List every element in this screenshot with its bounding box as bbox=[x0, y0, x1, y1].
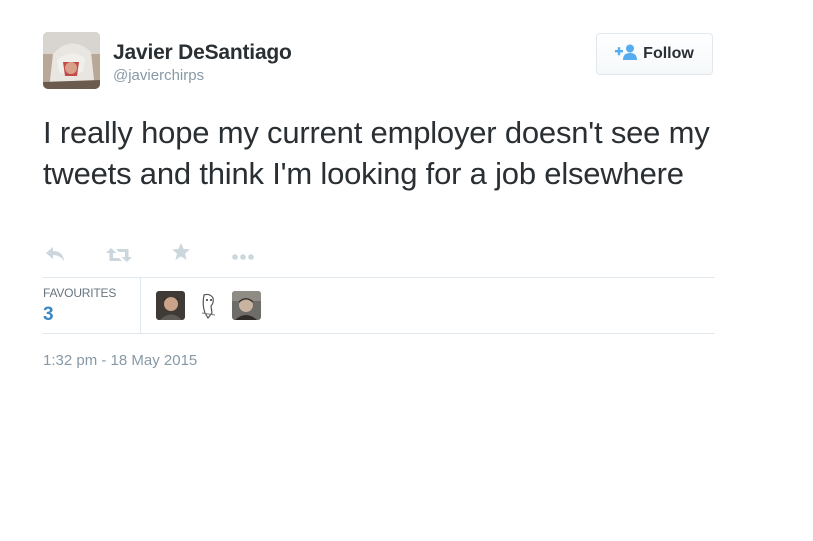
favouriter-avatar[interactable] bbox=[156, 291, 185, 320]
author-names: Javier DeSantiago @javierchirps bbox=[113, 41, 292, 86]
follow-button-label: Follow bbox=[643, 45, 694, 62]
tweet-actions bbox=[43, 241, 715, 267]
reply-icon[interactable] bbox=[44, 245, 66, 268]
author-avatar-photo-icon bbox=[43, 32, 100, 89]
tweet-header: Javier DeSantiago @javierchirps Follow bbox=[43, 32, 715, 90]
more-dots-icon[interactable] bbox=[231, 248, 255, 266]
favourites-count: 3 bbox=[43, 304, 54, 325]
stats-divider-bottom bbox=[43, 333, 715, 334]
follow-button[interactable]: Follow bbox=[596, 33, 713, 75]
tweet-card: Javier DeSantiago @javierchirps Follow I… bbox=[43, 32, 715, 369]
tweet-text: I really hope my current employer doesn'… bbox=[43, 115, 710, 191]
favouriter-avatar[interactable] bbox=[194, 291, 223, 320]
star-icon[interactable] bbox=[171, 242, 191, 267]
favouriter-avatar[interactable] bbox=[232, 291, 261, 320]
tweet-timestamp[interactable]: 1:32 pm - 18 May 2015 bbox=[43, 352, 197, 369]
author-name[interactable]: Javier DeSantiago bbox=[113, 41, 292, 65]
retweet-icon[interactable] bbox=[106, 246, 132, 269]
tweet-stats: FAVOURITES 3 bbox=[43, 278, 715, 333]
author-avatar[interactable] bbox=[43, 32, 100, 89]
stats-separator bbox=[140, 278, 141, 333]
add-user-icon bbox=[615, 44, 638, 65]
favouriter-avatars bbox=[156, 291, 261, 320]
author-handle[interactable]: @javierchirps bbox=[113, 66, 292, 86]
favourites-label: FAVOURITES bbox=[43, 286, 117, 300]
